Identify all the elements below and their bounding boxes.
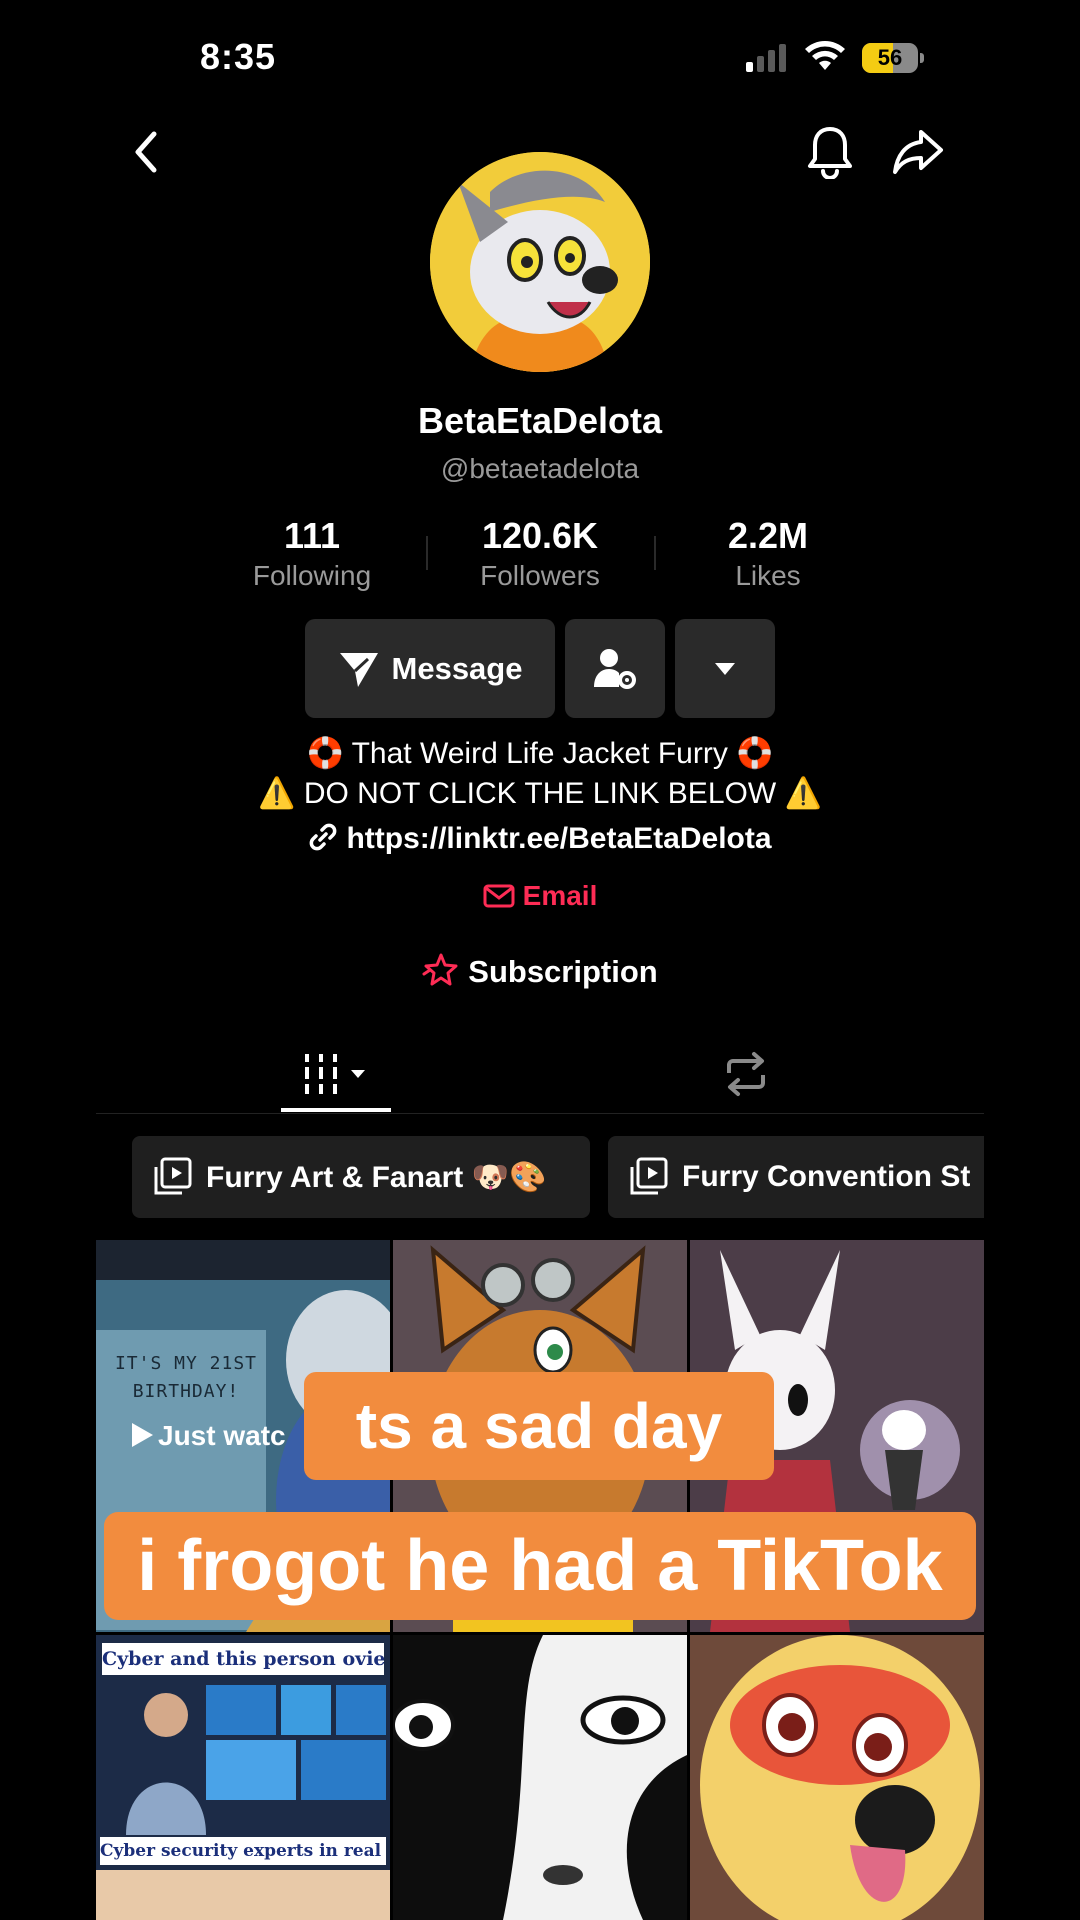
thumbnail-text: IT'S MY 21ST BIRTHDAY!: [114, 1353, 258, 1402]
grid-icon: [305, 1054, 365, 1094]
thumbnail-art: [393, 1635, 687, 1920]
status-bar: 8:35 56: [0, 0, 1080, 120]
battery-icon: 56: [862, 43, 924, 73]
notifications-button[interactable]: [798, 120, 862, 184]
bell-icon: [808, 127, 852, 179]
back-button[interactable]: [114, 120, 178, 184]
thumbnail-art: [690, 1635, 984, 1920]
caret-down-icon: [715, 662, 735, 675]
follow-settings-button[interactable]: [565, 619, 665, 718]
profile-actions: Message: [0, 619, 1080, 719]
playlist-label: Furry Convention St: [682, 1160, 971, 1193]
subscription-button[interactable]: Subscription: [0, 952, 1080, 990]
thumbnail-subtitle: Cyber security experts in real life: [100, 1837, 386, 1865]
likes-count: 2.2M: [727, 515, 809, 556]
avatar[interactable]: [430, 152, 650, 372]
followers-count: 120.6K: [481, 515, 599, 556]
display-name: BetaEtaDelota: [417, 400, 663, 441]
message-label: Message: [391, 650, 523, 686]
envelope-icon: [483, 884, 515, 908]
active-tab-indicator: [281, 1108, 391, 1112]
overlay-caption: ts a sad day: [304, 1372, 774, 1480]
bio-line-2: ⚠️ DO NOT CLICK THE LINK BELOW ⚠️: [258, 777, 822, 810]
share-arrow-icon: [893, 130, 943, 174]
stat-divider: [426, 536, 428, 570]
bio-line-1: 🛟 That Weird Life Jacket Furry 🛟: [306, 737, 774, 770]
tab-videos[interactable]: [281, 1034, 391, 1114]
message-button[interactable]: Message: [305, 619, 555, 718]
just-watched-badge: Just watc: [130, 1420, 286, 1452]
share-button[interactable]: [886, 120, 950, 184]
overlay-caption: i frogot he had a TikTok: [104, 1512, 976, 1620]
followers-label: Followers: [480, 560, 600, 591]
video-thumbnail[interactable]: Cyber and this person ovies Cyber securi…: [96, 1635, 390, 1920]
stat-following[interactable]: 111 Following: [212, 514, 412, 594]
thumbnail-art: [96, 1635, 390, 1920]
repost-icon: [727, 1052, 765, 1096]
subscription-star-icon: [422, 953, 458, 986]
following-label: Following: [252, 560, 372, 591]
playlist-row: Furry Art & Fanart 🐶🎨 Furry Convention S…: [132, 1136, 984, 1218]
email-button[interactable]: Email: [0, 880, 1080, 912]
bio-link-text: https://linktr.ee/BetaEtaDelota: [346, 822, 772, 855]
playlist-label: Furry Art & Fanart 🐶🎨: [206, 1160, 547, 1194]
stat-likes[interactable]: 2.2M Likes: [668, 514, 868, 594]
playlist-icon: [154, 1157, 192, 1195]
chevron-left-icon: [135, 131, 157, 173]
suggested-accounts-dropdown[interactable]: [675, 619, 775, 718]
subscription-label: Subscription: [468, 954, 658, 989]
username-handle: @betaetadelota: [440, 453, 640, 484]
person-gear-icon: [594, 648, 636, 689]
playlist-chip[interactable]: Furry Art & Fanart 🐶🎨: [132, 1136, 590, 1218]
likes-label: Likes: [735, 560, 801, 591]
content-tabs: [96, 1034, 984, 1114]
bio-link[interactable]: https://linktr.ee/BetaEtaDelota: [0, 822, 1080, 856]
battery-level: 56: [877, 45, 903, 70]
playlist-icon: [630, 1157, 668, 1195]
link-icon: [310, 823, 337, 851]
following-count: 111: [283, 515, 341, 556]
stat-followers[interactable]: 120.6K Followers: [440, 514, 640, 594]
profile-stats: 111 Following 120.6K Followers 2.2M Like…: [0, 514, 1080, 594]
bio: 🛟 That Weird Life Jacket Furry 🛟 ⚠️ DO N…: [0, 734, 1080, 814]
cellular-signal-icon: [746, 44, 786, 72]
email-label: Email: [522, 880, 598, 911]
tab-reposts[interactable]: [691, 1034, 801, 1114]
video-thumbnail[interactable]: [393, 1635, 687, 1920]
send-message-icon: [339, 652, 378, 687]
status-time: 8:35: [200, 36, 277, 77]
video-thumbnail[interactable]: [690, 1635, 984, 1920]
wifi-icon: [805, 41, 845, 70]
playlist-chip[interactable]: Furry Convention St: [608, 1136, 984, 1218]
thumbnail-title: Cyber and this person ovies: [102, 1643, 384, 1675]
stat-divider: [654, 536, 656, 570]
avatar-image: [430, 152, 650, 372]
just-watched-label: Just watc: [158, 1420, 286, 1451]
play-icon: [132, 1423, 153, 1447]
